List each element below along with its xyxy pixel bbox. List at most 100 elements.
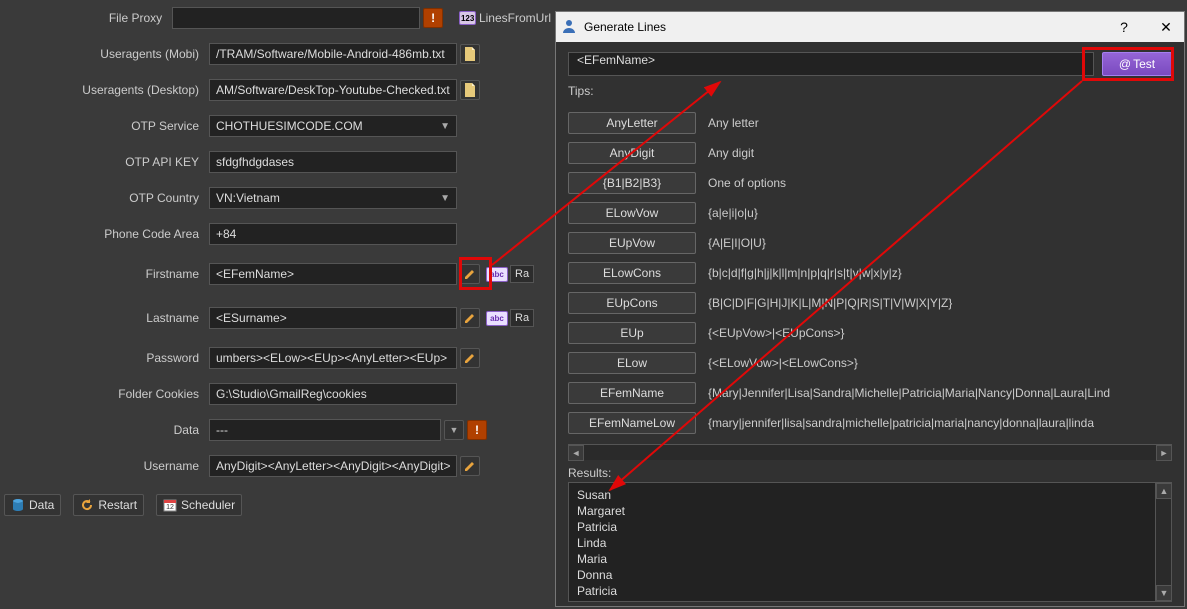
restart-button[interactable]: Restart (73, 494, 144, 516)
left-form: File Proxy ! 123 LinesFromUrl Useragents… (0, 0, 555, 609)
tip-button[interactable]: EUpVow (568, 232, 696, 254)
tip-button[interactable]: ELowVow (568, 202, 696, 224)
tip-description: Any letter (708, 116, 759, 130)
chevron-down-icon[interactable]: ▼ (444, 420, 464, 440)
results-label: Results: (568, 466, 1172, 480)
tips-area: AnyLetter Any letter AnyDigit Any digit {B1|… (568, 104, 1172, 442)
tip-row: ELowCons {b|c|d|f|g|h|j|k|l|m|n|p|q|r|s|t… (568, 258, 1172, 288)
input-file-proxy[interactable] (172, 7, 420, 29)
input-lastname[interactable]: <ESurname> (209, 307, 457, 329)
chevron-down-icon: ▼ (440, 121, 450, 132)
restart-button-label: Restart (98, 498, 137, 512)
label-password: Password (4, 351, 209, 365)
database-icon (11, 498, 25, 512)
label-otp-key: OTP API KEY (4, 155, 209, 169)
tip-row: AnyLetter Any letter (568, 108, 1172, 138)
titlebar: Generate Lines ? ✕ (556, 12, 1184, 42)
select-otp-service-value: CHOTHUESIMCODE.COM (216, 119, 363, 133)
input-username[interactable]: AnyDigit><AnyLetter><AnyDigit><AnyDigit> (209, 455, 457, 477)
ra-button[interactable]: Ra (510, 309, 534, 327)
tip-button[interactable]: AnyDigit (568, 142, 696, 164)
tip-row: ELowVow {a|e|i|o|u} (568, 198, 1172, 228)
tip-description: {b|c|d|f|g|h|j|k|l|m|n|p|q|r|s|t|v|w|x|y… (708, 266, 902, 280)
select-otp-country-value: VN:Vietnam (216, 191, 280, 205)
vertical-scrollbar[interactable]: ▲ ▼ (1155, 483, 1171, 601)
generate-input[interactable]: <EFemName> (568, 52, 1094, 76)
tip-button[interactable]: EFemName (568, 382, 696, 404)
scroll-down-icon[interactable]: ▼ (1156, 585, 1172, 601)
chevron-down-icon: ▼ (440, 193, 450, 204)
refresh-icon (80, 498, 94, 512)
label-phone-code: Phone Code Area (4, 227, 209, 241)
select-data[interactable]: --- (209, 419, 441, 441)
horizontal-scrollbar[interactable]: ◄ ► (568, 444, 1172, 460)
data-button[interactable]: Data (4, 494, 61, 516)
ra-button[interactable]: Ra (510, 265, 534, 283)
label-cookies: Folder Cookies (4, 387, 209, 401)
tip-button[interactable]: ELow (568, 352, 696, 374)
scroll-right-icon[interactable]: ► (1156, 445, 1172, 461)
tip-row: {B1|B2|B3}One of options (568, 168, 1172, 198)
result-line: Linda (577, 535, 1163, 551)
tip-description: Any digit (708, 146, 754, 160)
scheduler-button[interactable]: 12 Scheduler (156, 494, 242, 516)
test-button-label: Test (1133, 57, 1155, 71)
tip-button[interactable]: ELowCons (568, 262, 696, 284)
tip-row: AnyDigit Any digit (568, 138, 1172, 168)
badge-abc-icon: abc (486, 311, 508, 326)
input-password[interactable]: umbers><ELow><EUp><AnyLetter><EUp> (209, 347, 457, 369)
tip-button[interactable]: EUpCons (568, 292, 696, 314)
data-button-label: Data (29, 498, 54, 512)
generate-lines-dialog: Generate Lines ? ✕ <EFemName> @ Test Tip… (555, 11, 1185, 607)
edit-button[interactable] (460, 264, 480, 284)
dialog-title: Generate Lines (584, 20, 666, 34)
select-otp-country[interactable]: VN:Vietnam ▼ (209, 187, 457, 209)
scroll-up-icon[interactable]: ▲ (1156, 483, 1172, 499)
badge-abc-icon: abc (486, 267, 508, 282)
select-otp-service[interactable]: CHOTHUESIMCODE.COM ▼ (209, 115, 457, 137)
tip-description: {<EUpVow>|<EUpCons>} (708, 326, 845, 340)
input-firstname[interactable]: <EFemName> (209, 263, 457, 285)
close-button[interactable]: ✕ (1154, 19, 1178, 36)
label-lastname: Lastname (4, 311, 209, 325)
result-line: Patricia (577, 519, 1163, 535)
edit-button[interactable] (460, 308, 480, 328)
tip-button[interactable]: EUp (568, 322, 696, 344)
tip-button[interactable]: AnyLetter (568, 112, 696, 134)
browse-icon[interactable] (460, 80, 480, 100)
tip-description: {a|e|i|o|u} (708, 206, 758, 220)
tip-row: EFemNameLow{mary|jennifer|lisa|sandra|mi… (568, 408, 1172, 438)
browse-icon[interactable] (460, 44, 480, 64)
input-ua-mobi[interactable]: /TRAM/Software/Mobile-Android-486mb.txt (209, 43, 457, 65)
help-button[interactable]: ? (1112, 19, 1136, 35)
result-line: Susan (577, 487, 1163, 503)
select-data-value: --- (216, 423, 228, 437)
input-ua-desk[interactable]: AM/Software/DeskTop-Youtube-Checked.txt (209, 79, 457, 101)
tip-button[interactable]: EFemNameLow (568, 412, 696, 434)
scheduler-button-label: Scheduler (181, 498, 235, 512)
tip-description: {<ELowVow>|<ELowCons>} (708, 356, 858, 370)
label-data: Data (4, 423, 209, 437)
label-username: Username (4, 459, 209, 473)
input-cookies[interactable]: G:\Studio\GmailReg\cookies (209, 383, 457, 405)
input-phone-code[interactable]: +84 (209, 223, 457, 245)
alert-icon[interactable]: ! (467, 420, 487, 440)
result-line: Maria (577, 551, 1163, 567)
edit-button[interactable] (460, 456, 480, 476)
tip-row: ELow {<ELowVow>|<ELowCons>} (568, 348, 1172, 378)
label-ua-desk: Useragents (Desktop) (4, 83, 209, 97)
label-ua-mobi: Useragents (Mobi) (4, 47, 209, 61)
alert-icon[interactable]: ! (423, 8, 443, 28)
label-otp-country: OTP Country (4, 191, 209, 205)
svg-text:12: 12 (166, 504, 174, 511)
scroll-left-icon[interactable]: ◄ (568, 445, 584, 461)
tip-description: {B|C|D|F|G|H|J|K|L|M|N|P|Q|R|S|T|V|W|X|Y… (708, 296, 952, 310)
tip-button[interactable]: {B1|B2|B3} (568, 172, 696, 194)
result-line: Margaret (577, 503, 1163, 519)
test-button[interactable]: @ Test (1102, 52, 1172, 76)
results-box: SusanMargaretPatriciaLindaMariaDonnaPatr… (568, 482, 1172, 602)
at-icon: @ (1119, 57, 1131, 71)
edit-button[interactable] (460, 348, 480, 368)
input-otp-key[interactable]: sfdgfhdgdases (209, 151, 457, 173)
label-firstname: Firstname (4, 267, 209, 281)
